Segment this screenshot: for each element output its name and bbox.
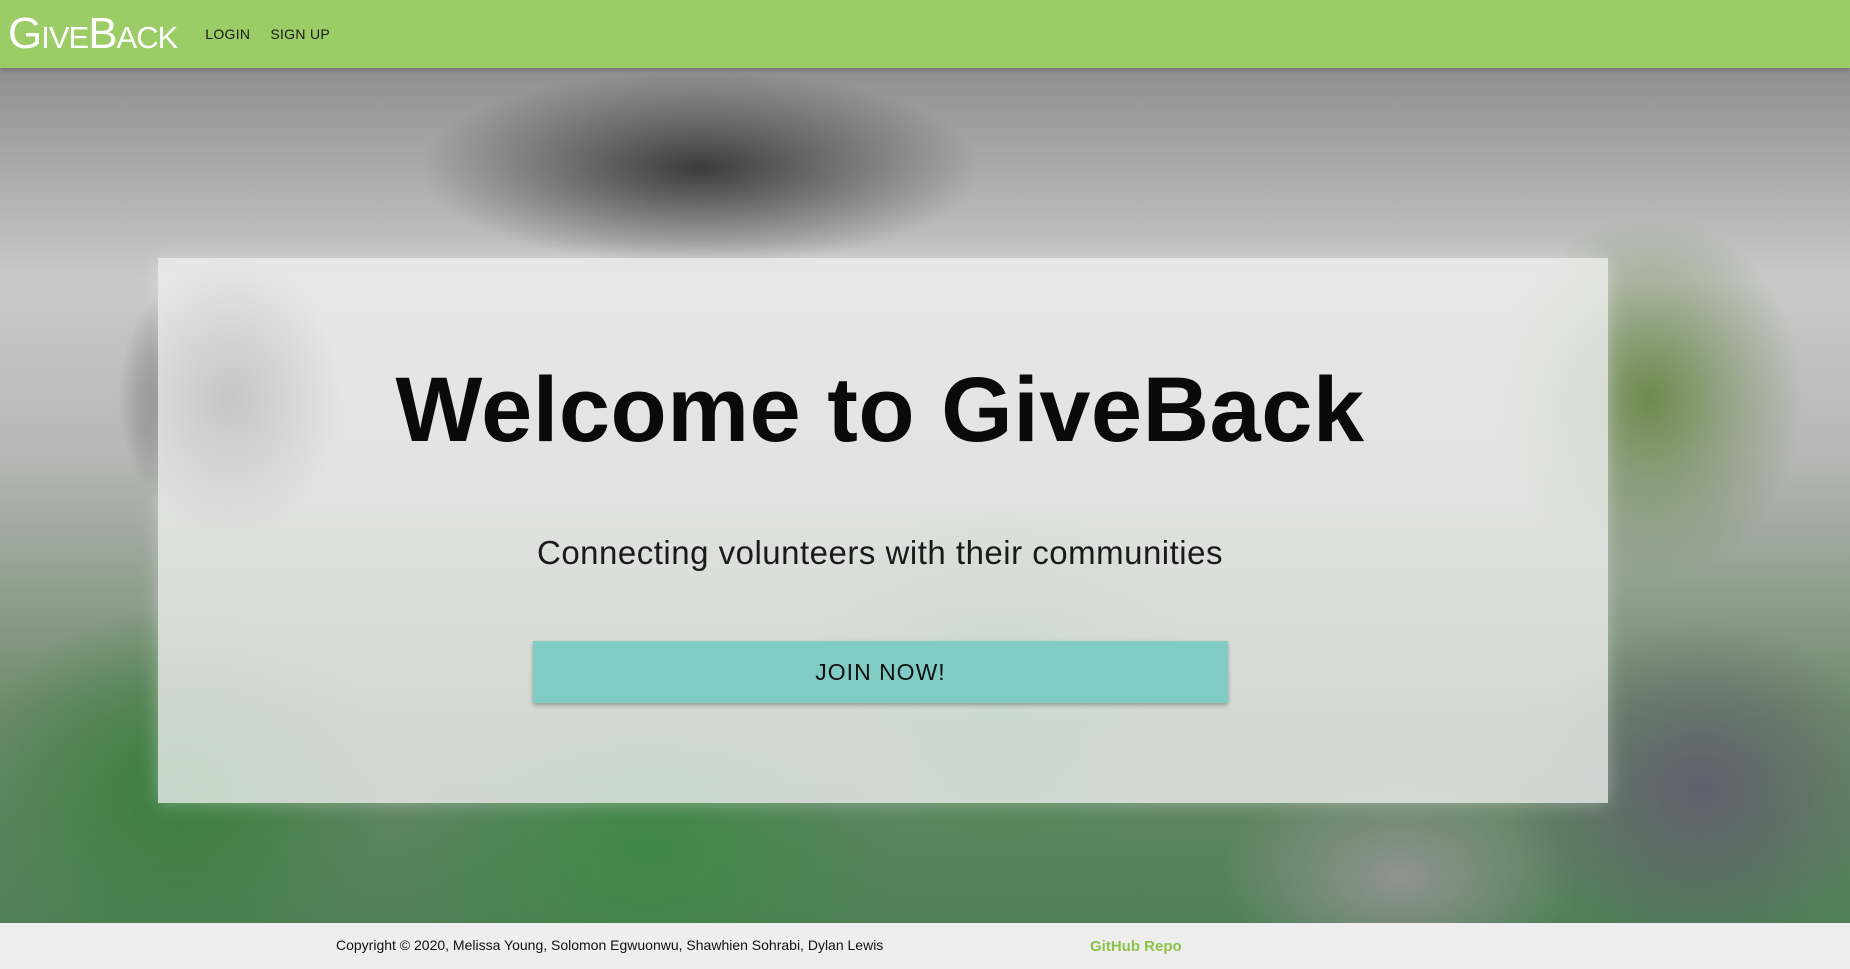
login-link[interactable]: Login — [205, 26, 250, 42]
signup-link[interactable]: Sign Up — [270, 26, 330, 42]
join-now-button[interactable]: Join Now! — [533, 641, 1228, 703]
brand-logo[interactable]: GiveBack — [8, 12, 178, 56]
hero-overlay-card — [158, 258, 1608, 803]
github-repo-link[interactable]: GitHub Repo — [1090, 938, 1182, 955]
copyright-text: Copyright © 2020, Melissa Young, Solomon… — [336, 937, 884, 953]
hero-title: Welcome to GiveBack — [395, 359, 1365, 461]
hero-section: Welcome to GiveBack Connecting volunteer… — [0, 68, 1850, 923]
top-navbar: GiveBack Login Sign Up — [0, 0, 1850, 68]
page-footer: Copyright © 2020, Melissa Young, Solomon… — [0, 923, 1850, 969]
hero-subtitle: Connecting volunteers with their communi… — [537, 534, 1223, 571]
